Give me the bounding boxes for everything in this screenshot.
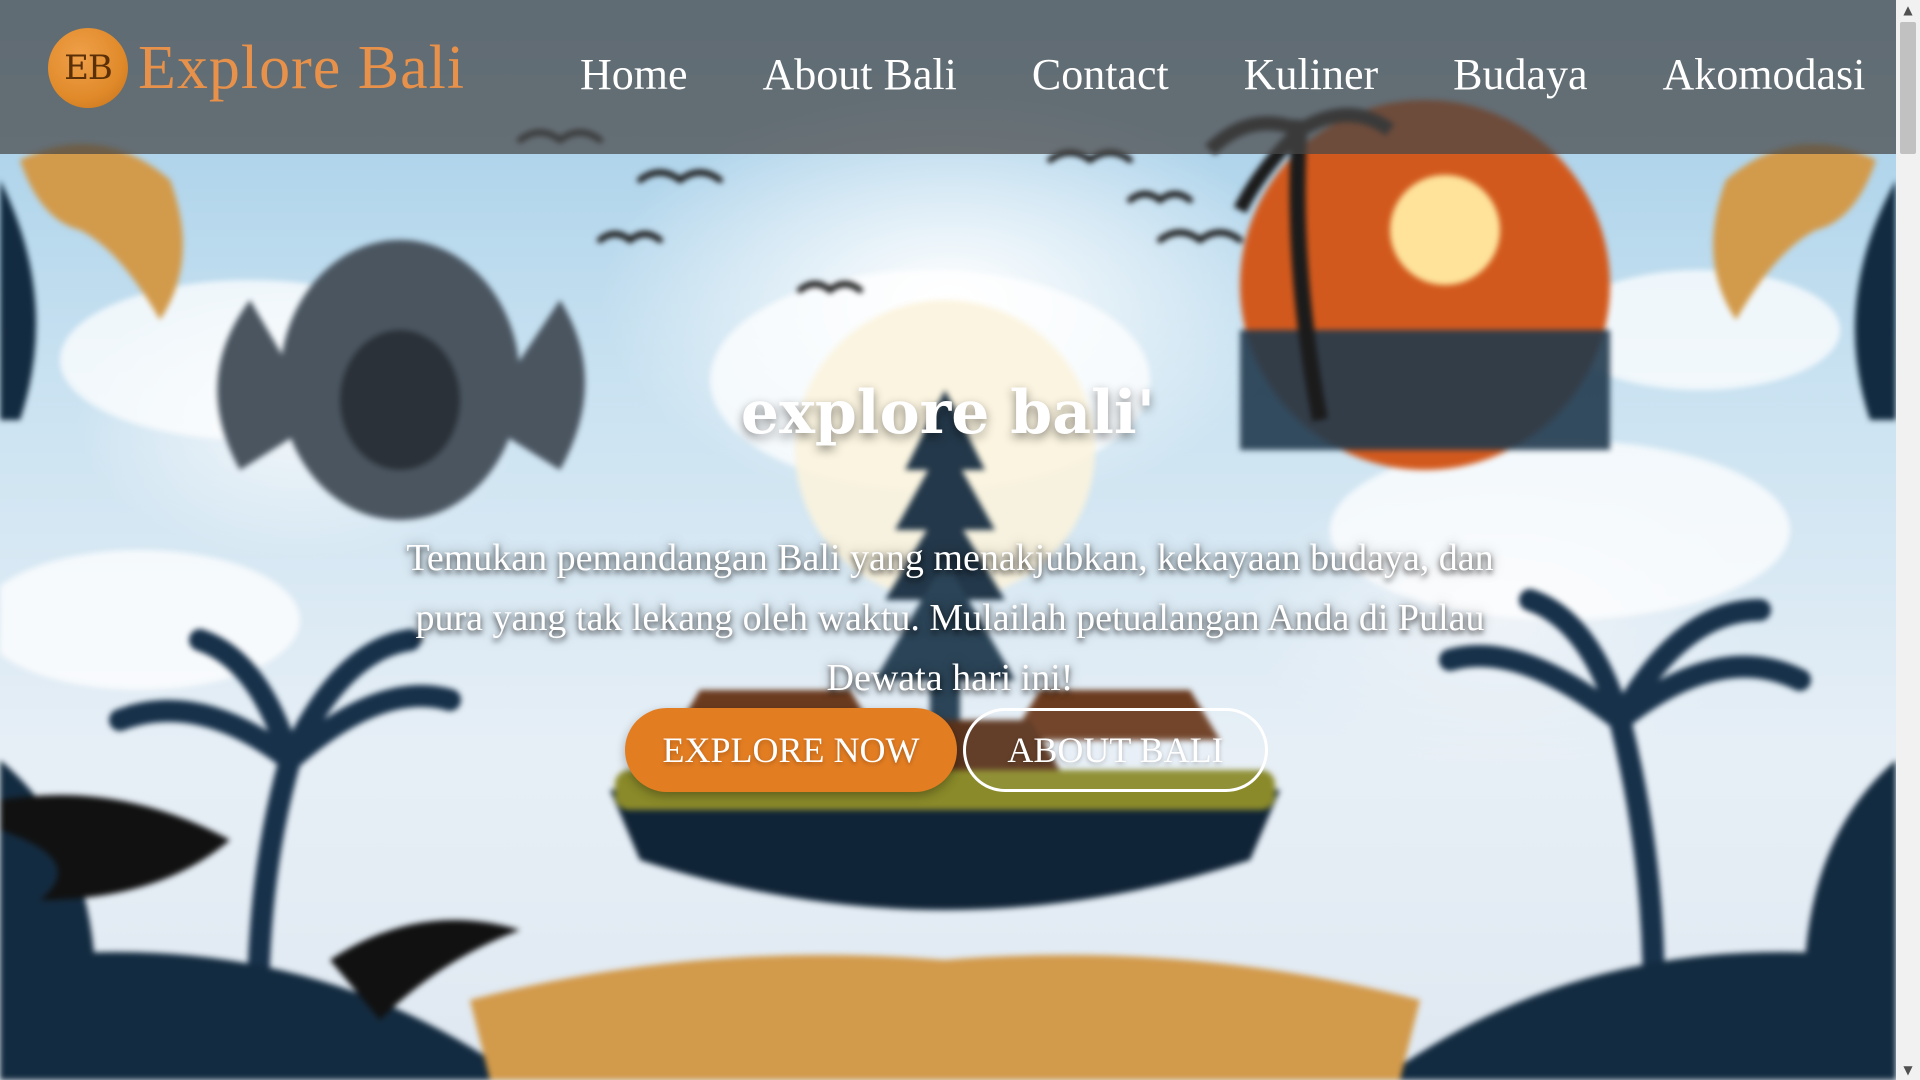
scroll-thumb[interactable] bbox=[1900, 22, 1916, 154]
scroll-down-icon[interactable]: ▼ bbox=[1896, 1060, 1920, 1080]
nav-item-contact[interactable]: Contact bbox=[1032, 48, 1169, 102]
nav-item-about-bali[interactable]: About Bali bbox=[763, 48, 957, 102]
nav-item-kuliner[interactable]: Kuliner bbox=[1244, 48, 1378, 102]
hero-description: Temukan pemandangan Bali yang menakjubka… bbox=[406, 537, 1494, 699]
nav-item-home[interactable]: Home bbox=[580, 48, 688, 102]
main-nav: Home About Bali Contact Kuliner Budaya A… bbox=[580, 48, 1865, 102]
nav-item-budaya[interactable]: Budaya bbox=[1453, 48, 1587, 102]
hero-buttons: EXPLORE NOW ABOUT BALI bbox=[625, 708, 1268, 792]
scroll-up-icon[interactable]: ▲ bbox=[1896, 0, 1920, 20]
page-scrollbar[interactable]: ▲ ▼ bbox=[1896, 0, 1920, 1080]
navbar: EB Explore Bali Home About Bali Contact … bbox=[0, 0, 1896, 154]
brand-name: Explore Bali bbox=[138, 34, 466, 102]
nav-item-akomodasi[interactable]: Akomodasi bbox=[1663, 48, 1866, 102]
hero-title: explore bali' bbox=[740, 378, 1156, 449]
about-bali-button[interactable]: ABOUT BALI bbox=[963, 708, 1268, 792]
explore-now-button[interactable]: EXPLORE NOW bbox=[625, 708, 957, 792]
brand-home-link[interactable]: EB Explore Bali bbox=[48, 28, 465, 108]
logo-badge: EB bbox=[48, 28, 128, 108]
